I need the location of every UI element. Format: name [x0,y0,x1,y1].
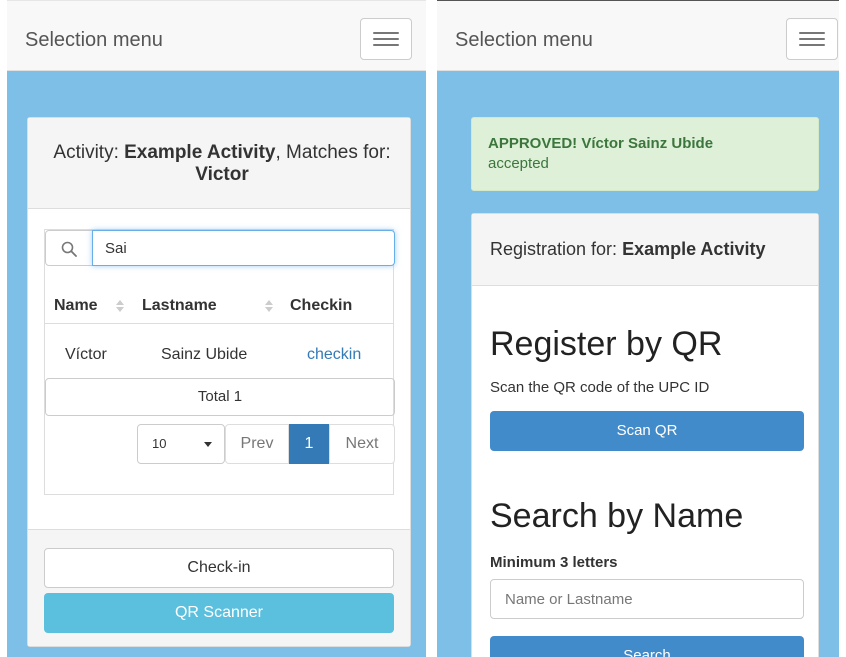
alert-message: accepted [488,155,549,172]
cell-lastname: Sainz Ubide [161,346,248,363]
caret-down-icon [204,442,212,447]
left-screen: Selection menu Activity: Example Activit… [7,0,426,657]
hamburger-icon [373,32,399,34]
checkin-button[interactable]: Check-in [44,548,394,588]
panel-heading: Activity: Example Activity, Matches for:… [28,118,410,209]
column-header-checkin[interactable]: Checkin [290,297,352,315]
panel-heading: Registration for: Example Activity [472,214,818,286]
registration-panel: Registration for: Example Activity Regis… [471,213,819,657]
page-size-select[interactable]: 10 [137,424,225,464]
search-icon [61,241,77,257]
next-page-button[interactable]: Next [329,424,395,464]
sort-icon[interactable] [116,298,124,314]
search-hint: Minimum 3 letters [490,554,618,571]
search-button[interactable]: Search [490,636,804,657]
checkin-link[interactable]: checkin [307,346,361,364]
header-divider [45,323,393,324]
qr-heading: Register by QR [490,325,723,363]
page-1-button[interactable]: 1 [289,424,329,464]
table-search [45,230,395,266]
prev-page-button[interactable]: Prev [225,424,289,464]
column-header-name[interactable]: Name [54,297,98,315]
navbar-brand[interactable]: Selection menu [455,29,593,52]
matches-panel: Activity: Example Activity, Matches for:… [27,117,411,647]
sort-icon[interactable] [265,298,273,314]
alert-title: APPROVED! Víctor Sainz Ubide [488,135,714,152]
navbar: Selection menu [7,1,426,71]
name-search-input[interactable] [490,579,804,619]
menu-toggle-button[interactable] [786,18,838,60]
panel-footer: Check-in QR Scanner [28,529,410,646]
qr-instructions: Scan the QR code of the UPC ID [490,379,710,396]
scan-qr-button[interactable]: Scan QR [490,411,804,451]
search-heading: Search by Name [490,497,744,535]
column-header-lastname[interactable]: Lastname [142,297,217,315]
total-count: Total 1 [45,378,395,416]
search-input[interactable] [92,230,395,266]
cell-name: Víctor [65,346,107,363]
matches-table-panel: Name Lastname Checkin Víctor Sainz Ubide… [44,229,395,495]
search-addon [45,230,93,266]
navbar: Selection menu [437,1,839,71]
success-alert: APPROVED! Víctor Sainz Ubide accepted [471,117,819,191]
hamburger-icon [799,32,825,34]
navbar-brand[interactable]: Selection menu [25,29,163,52]
qr-scanner-button[interactable]: QR Scanner [44,593,394,633]
panel-title: Registration for: Example Activity [490,239,766,259]
panel-title: Activity: Example Activity, Matches for:… [53,142,391,185]
right-screen: Selection menu APPROVED! Víctor Sainz Ub… [437,0,839,657]
menu-toggle-button[interactable] [360,18,412,60]
